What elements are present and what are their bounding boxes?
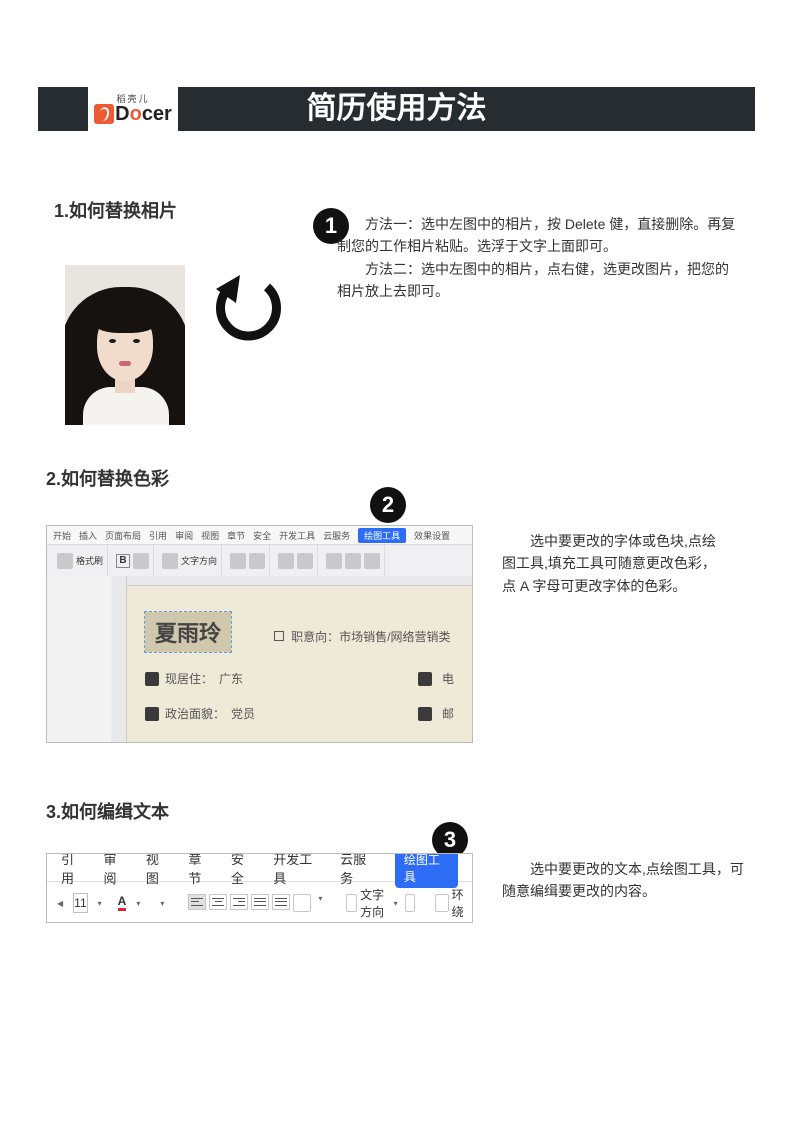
screenshot-color-change: 开始 插入 页面布局 引用 审阅 视图 章节 安全 开发工具 云服务 绘图工具 … bbox=[46, 525, 473, 743]
section-2-heading: 2.如何替换色彩 bbox=[46, 465, 169, 491]
align-center-icon bbox=[209, 894, 227, 910]
wrap-icon bbox=[435, 894, 448, 912]
mail-icon bbox=[418, 707, 432, 721]
phone-icon bbox=[418, 672, 432, 686]
align-justify-icon bbox=[251, 894, 269, 910]
chevron-down-icon: ▾ bbox=[98, 899, 102, 908]
ribbon-tabs-3: 引用 审阅 视图 章节 安全 开发工具 云服务 绘图工具 bbox=[47, 854, 472, 882]
ribbon-toolbar-3: ◀ 11 ▾ A▾ ▾ ▾ 文字方向▾ 环绕▾ bbox=[47, 882, 472, 923]
section-3-text: 选中要更改的文本,点绘图工具，可随意编缉要更改的内容。 bbox=[502, 858, 747, 903]
tab-drawing-tools: 绘图工具 bbox=[358, 528, 406, 543]
location-icon bbox=[145, 672, 159, 686]
screenshot-text-edit: 引用 审阅 视图 章节 安全 开发工具 云服务 绘图工具 ◀ 11 ▾ A▾ ▾… bbox=[46, 853, 473, 923]
header-bar: 稻壳儿 Docer 简历使用方法 bbox=[38, 87, 755, 131]
docer-logo: 稻壳儿 Docer bbox=[88, 87, 178, 131]
font-icon bbox=[133, 553, 149, 569]
ruler-horizontal bbox=[111, 576, 472, 586]
step-2-badge: 2 bbox=[370, 487, 406, 523]
ribbon-toolbar: 格式刷 B 文字方向 bbox=[47, 544, 472, 576]
fill-icon bbox=[278, 553, 294, 569]
selected-name-block: 夏雨玲 bbox=[145, 612, 231, 652]
chevron-left-icon: ◀ bbox=[57, 899, 63, 908]
section-1-text: 方法一：选中左图中的相片，按 Delete 健，直接删除。再复制您的工作相片粘贴… bbox=[337, 213, 742, 303]
curved-arrow-icon bbox=[212, 275, 282, 345]
ruler-vertical bbox=[111, 576, 127, 742]
ribbon-tabs: 开始 插入 页面布局 引用 审阅 视图 章节 安全 开发工具 云服务 绘图工具 … bbox=[47, 526, 472, 544]
section-1-heading: 1.如何替换相片 bbox=[54, 197, 177, 223]
align-right-icon bbox=[230, 894, 248, 910]
text-direction-icon bbox=[162, 553, 178, 569]
text-direction-icon bbox=[346, 894, 357, 912]
person-icon bbox=[145, 707, 159, 721]
tab-drawing-tools-3: 绘图工具 bbox=[395, 853, 458, 888]
document-canvas: 夏雨玲 职意向：市场销售/网络营销类 现居住： 广东 电 政治面貌： 党员 邮 bbox=[127, 586, 472, 742]
section-3-heading: 3.如何编缉文本 bbox=[46, 798, 169, 824]
logo-leaf-icon bbox=[94, 104, 114, 124]
briefcase-icon bbox=[274, 631, 284, 641]
font-size-box: 11 bbox=[73, 893, 87, 913]
outline-icon bbox=[297, 553, 313, 569]
margins-icon bbox=[405, 894, 416, 912]
section-2-text: 选中要更改的字体或色块,点绘图工具,填充工具可随意更改色彩，点 A 字母可更改字… bbox=[502, 530, 717, 597]
wrap-icon bbox=[230, 553, 246, 569]
sample-photo bbox=[65, 265, 185, 425]
align-dist-icon bbox=[272, 894, 290, 910]
align-left-icon bbox=[188, 894, 206, 910]
font-color-icon: A bbox=[118, 895, 127, 911]
paste-icon bbox=[57, 553, 73, 569]
line-spacing-icon bbox=[293, 894, 311, 912]
